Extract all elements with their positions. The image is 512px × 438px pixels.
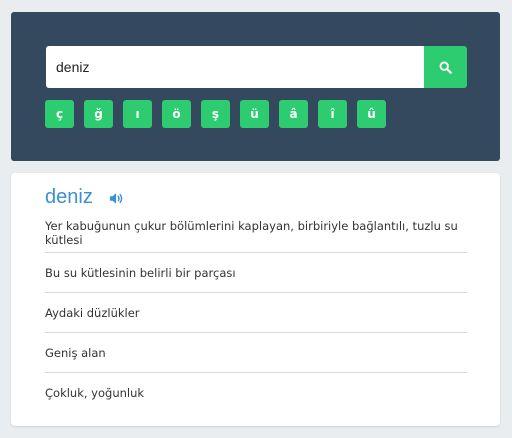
meaning-item: Yer kabuğunun çukur bölümlerini kaplayan… (45, 213, 467, 253)
meanings-list: Yer kabuğunun çukur bölümlerini kaplayan… (45, 213, 467, 413)
search-panel: ç ğ ı ö ş ü â î û (11, 12, 500, 161)
word-header: deniz (45, 185, 125, 209)
meaning-item: Çokluk, yoğunluk (45, 386, 145, 400)
char-button-c-cedilla[interactable]: ç (45, 100, 74, 128)
word-title: deniz (45, 186, 93, 208)
meaning-item: Bu su kütlesinin belirli bir parçası (45, 253, 467, 293)
char-button-o-umlaut[interactable]: ö (162, 100, 191, 128)
meaning-item: Geniş alan (45, 333, 467, 373)
char-button-a-circumflex[interactable]: â (279, 100, 308, 128)
speaker-icon[interactable] (109, 192, 125, 205)
search-icon (439, 61, 452, 74)
search-input[interactable] (46, 46, 425, 88)
special-char-buttons: ç ğ ı ö ş ü â î û (45, 100, 386, 128)
char-button-s-cedilla[interactable]: ş (201, 100, 230, 128)
meaning-item: Aydaki düzlükler (45, 293, 467, 333)
char-button-i-circumflex[interactable]: î (318, 100, 347, 128)
char-button-u-umlaut[interactable]: ü (240, 100, 269, 128)
char-button-g-breve[interactable]: ğ (84, 100, 113, 128)
char-button-dotless-i[interactable]: ı (123, 100, 152, 128)
result-card: deniz Yer kabuğunun çukur bölümlerini ka… (11, 173, 500, 426)
search-button[interactable] (424, 46, 467, 88)
char-button-u-circumflex[interactable]: û (357, 100, 386, 128)
